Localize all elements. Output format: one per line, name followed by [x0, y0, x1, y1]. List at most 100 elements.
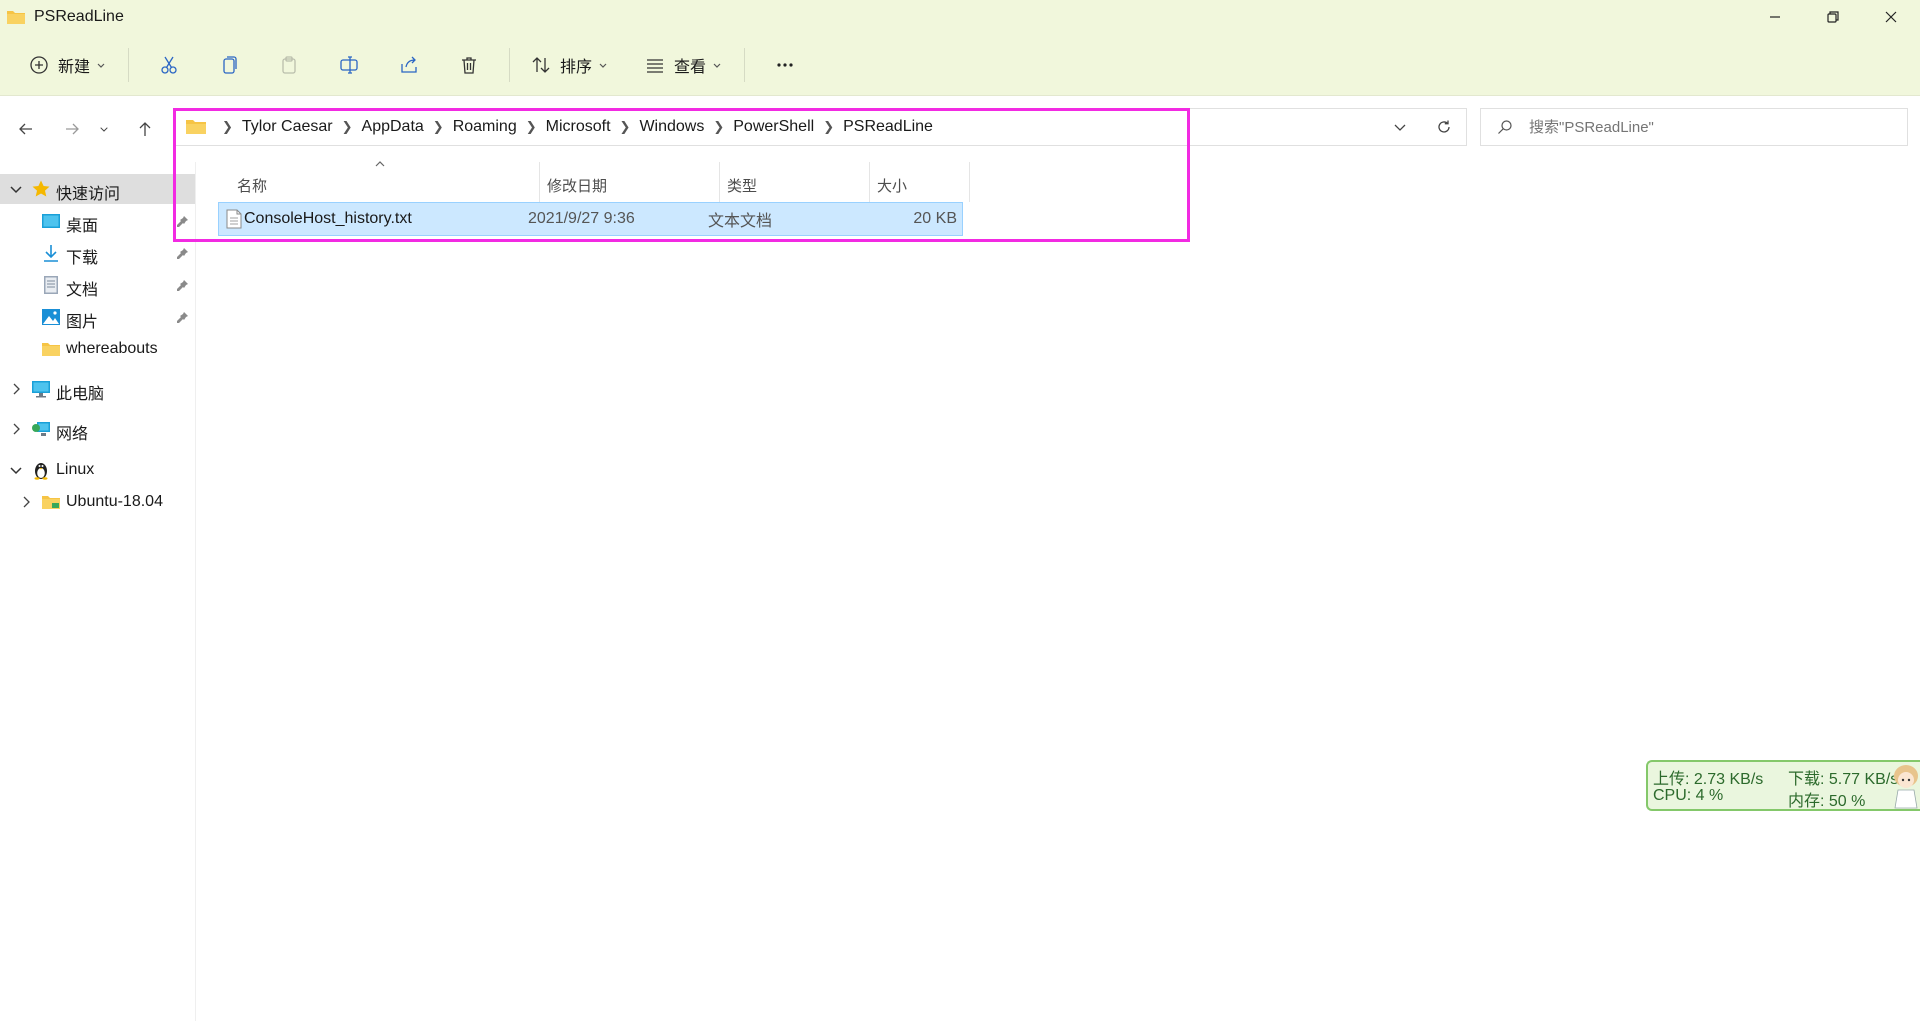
view-button[interactable]: 查看: [634, 45, 732, 85]
file-type: 文本文档: [708, 213, 773, 230]
chevron-down-icon: [713, 63, 721, 68]
column-header-date[interactable]: 修改日期: [547, 165, 717, 205]
navigation-pane: 快速访问 桌面 下载 文档 图片 whereabouts 此电脑 网络 Linu…: [0, 162, 196, 1021]
chevron-down-icon: [10, 186, 22, 194]
toolbar-separator: [509, 47, 511, 82]
column-divider[interactable]: [719, 162, 720, 202]
up-button[interactable]: [128, 112, 162, 146]
chevron-right-icon: ❯: [713, 119, 725, 134]
plus-circle-icon: [30, 55, 48, 74]
back-button[interactable]: [9, 112, 43, 146]
folder-icon: [42, 343, 60, 356]
sort-button[interactable]: 排序: [520, 45, 618, 85]
breadcrumb-user[interactable]: Tylor Caesar: [242, 118, 333, 136]
chevron-right-icon: ❯: [823, 119, 835, 134]
window-title: PSReadLine: [34, 8, 124, 25]
sidebar-item-label: 桌面: [66, 218, 99, 235]
download-speed: 下载: 5.77 KB/s: [1788, 771, 1899, 788]
breadcrumb-appdata[interactable]: AppData: [362, 118, 424, 136]
more-options-button[interactable]: [765, 45, 805, 85]
desktop-icon: [42, 214, 60, 228]
navigation-bar: ❯ Tylor Caesar ❯ AppData ❯ Roaming ❯ Mic…: [0, 96, 1920, 162]
text-file-icon: [226, 209, 242, 229]
folder-icon: [7, 11, 25, 24]
address-bar[interactable]: ❯ Tylor Caesar ❯ AppData ❯ Roaming ❯ Mic…: [174, 108, 1467, 146]
sidebar-item-label: 快速访问: [56, 186, 121, 203]
pin-icon: [177, 280, 188, 291]
column-header-type[interactable]: 类型: [727, 165, 867, 205]
clipboard-icon: [282, 55, 296, 74]
sidebar-item-label: 网络: [56, 426, 89, 443]
close-button[interactable]: [1862, 0, 1920, 34]
breadcrumb-windows[interactable]: Windows: [639, 118, 704, 136]
sort-icon: [532, 56, 550, 73]
copy-button[interactable]: [209, 45, 249, 85]
chevron-right-icon: ❯: [525, 119, 537, 134]
chevron-down-icon: [100, 127, 108, 132]
recent-locations-button[interactable]: [93, 112, 115, 146]
search-input[interactable]: [1527, 117, 1891, 137]
title-bar: PSReadLine: [0, 0, 1920, 34]
table-row[interactable]: ConsoleHost_history.txt 2021/9/27 9:36 文…: [218, 202, 963, 236]
refresh-button[interactable]: [1422, 109, 1466, 145]
breadcrumb-microsoft[interactable]: Microsoft: [546, 118, 611, 136]
cpu-usage: CPU: 4 %: [1653, 787, 1724, 804]
sidebar-item-label: Linux: [56, 461, 95, 478]
address-history-button[interactable]: [1378, 109, 1422, 145]
share-button[interactable]: [389, 45, 429, 85]
mascot-icon: [1894, 765, 1918, 809]
file-date: 2021/9/27 9:36: [528, 210, 635, 227]
column-divider[interactable]: [969, 162, 970, 202]
search-icon: [1498, 120, 1512, 134]
rename-button[interactable]: [329, 45, 369, 85]
copy-icon: [223, 55, 237, 74]
sidebar-item-linux[interactable]: Linux: [0, 455, 195, 485]
sidebar-item-pictures[interactable]: 图片: [0, 302, 195, 332]
arrow-left-icon: [19, 123, 32, 135]
sidebar-item-quick-access[interactable]: 快速访问: [0, 174, 195, 204]
sidebar-item-documents[interactable]: 文档: [0, 270, 195, 300]
delete-button[interactable]: [449, 45, 489, 85]
sidebar-item-downloads[interactable]: 下载: [0, 238, 195, 268]
view-label: 查看: [674, 58, 707, 76]
sidebar-item-desktop[interactable]: 桌面: [0, 206, 195, 236]
network-monitor-widget[interactable]: 上传: 2.73 KB/s 下载: 5.77 KB/s CPU: 4 % 内存:…: [1646, 760, 1920, 811]
breadcrumb-powershell[interactable]: PowerShell: [733, 118, 814, 136]
penguin-icon: [34, 463, 48, 480]
pin-icon: [177, 248, 188, 259]
share-icon: [401, 56, 417, 73]
scissors-icon: [161, 56, 177, 74]
column-header-size[interactable]: 大小: [877, 165, 967, 205]
sort-label: 排序: [560, 58, 593, 76]
sidebar-item-ubuntu[interactable]: Ubuntu-18.04: [0, 487, 195, 517]
column-divider[interactable]: [539, 162, 540, 202]
new-label: 新建: [58, 58, 91, 76]
new-button[interactable]: 新建: [18, 45, 116, 85]
breadcrumb-roaming[interactable]: Roaming: [453, 118, 517, 136]
column-divider[interactable]: [869, 162, 870, 202]
restore-button[interactable]: [1804, 0, 1862, 34]
toolbar-separator: [128, 47, 130, 82]
file-name: ConsoleHost_history.txt: [244, 210, 412, 227]
sidebar-item-whereabouts[interactable]: whereabouts: [0, 334, 195, 364]
sidebar-item-label: whereabouts: [66, 340, 158, 357]
refresh-icon: [1438, 120, 1450, 133]
minimize-button[interactable]: [1746, 0, 1804, 34]
memory-usage: 内存: 50 %: [1788, 793, 1866, 810]
breadcrumb-psreadline[interactable]: PSReadLine: [843, 118, 933, 136]
chevron-down-icon: [97, 63, 105, 68]
file-size: 20 KB: [913, 210, 957, 227]
sidebar-item-label: 此电脑: [56, 386, 105, 403]
search-box[interactable]: [1480, 108, 1908, 146]
column-header-name[interactable]: 名称: [237, 165, 537, 205]
arrow-right-icon: [66, 123, 79, 135]
forward-button[interactable]: [55, 112, 89, 146]
pin-icon: [177, 216, 188, 227]
cut-button[interactable]: [149, 45, 189, 85]
arrow-up-icon: [139, 122, 151, 136]
paste-button[interactable]: [269, 45, 309, 85]
sidebar-item-this-pc[interactable]: 此电脑: [0, 374, 195, 404]
sidebar-item-network[interactable]: 网络: [0, 414, 195, 444]
chevron-right-icon: [23, 496, 30, 508]
column-header-label: 类型: [727, 177, 758, 195]
